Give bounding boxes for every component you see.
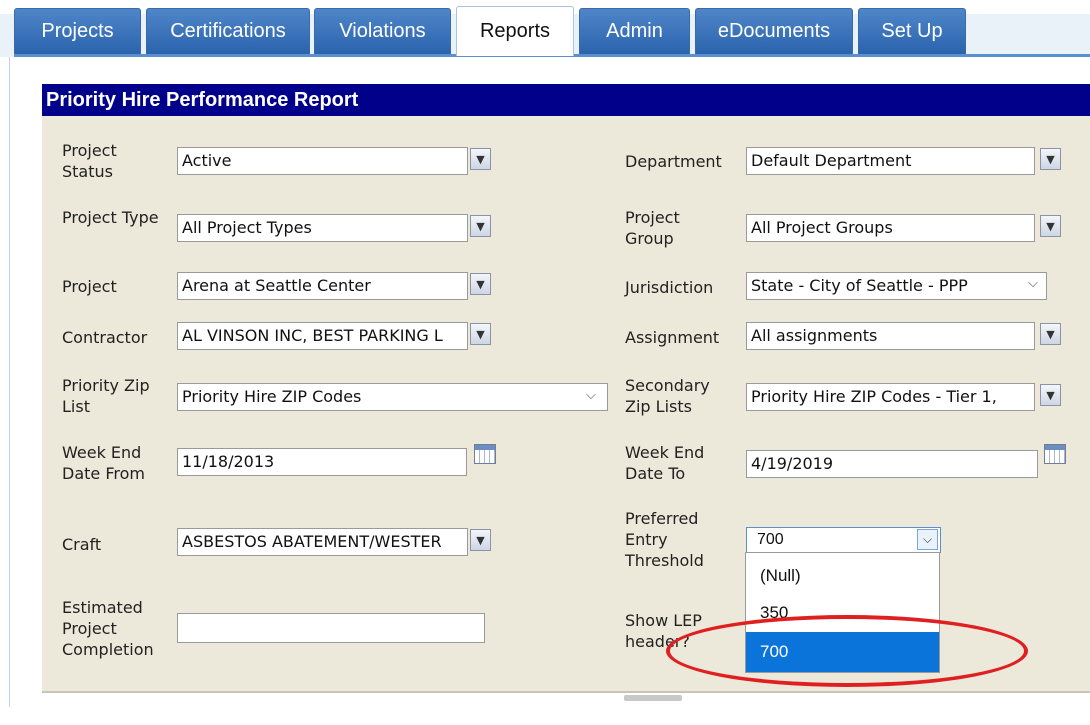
- jurisdiction-label: Jurisdiction: [625, 278, 714, 297]
- craft-select[interactable]: ASBESTOS ABATEMENT/WESTER: [177, 528, 468, 556]
- resize-grip[interactable]: [624, 695, 682, 701]
- chevron-down-icon: ▼: [476, 152, 485, 166]
- chevron-down-icon: ▼: [1046, 327, 1055, 341]
- week-to-label: Week End Date To: [625, 443, 705, 483]
- project-group-label: Project Group: [625, 208, 680, 248]
- annotation-ellipse: [666, 615, 1028, 687]
- tab-reports[interactable]: Reports: [456, 6, 574, 56]
- threshold-select[interactable]: 700: [746, 527, 941, 553]
- tab-setup[interactable]: Set Up: [858, 8, 966, 54]
- project-dropdown-button[interactable]: ▼: [470, 273, 491, 295]
- left-border: [9, 57, 10, 707]
- priority-zip-label: Priority Zip List: [62, 376, 150, 416]
- panel-bottom-rule: [42, 691, 1090, 693]
- assignment-label: Assignment: [625, 328, 720, 347]
- tab-edocuments[interactable]: eDocuments: [695, 8, 853, 54]
- calendar-icon[interactable]: [474, 444, 496, 464]
- chevron-down-icon: ⌵: [1026, 276, 1040, 291]
- priority-zip-select[interactable]: Priority Hire ZIP Codes: [177, 383, 608, 411]
- calendar-icon[interactable]: [1044, 444, 1066, 464]
- assignment-dropdown-button[interactable]: ▼: [1040, 323, 1061, 345]
- contractor-label: Contractor: [62, 328, 148, 347]
- project-group-dropdown-button[interactable]: ▼: [1040, 215, 1061, 237]
- secondary-zip-dropdown-button[interactable]: ▼: [1040, 384, 1061, 406]
- assignment-select[interactable]: All assignments: [746, 322, 1035, 350]
- tab-admin[interactable]: Admin: [579, 8, 690, 54]
- department-dropdown-button[interactable]: ▼: [1040, 148, 1061, 170]
- threshold-label: Preferred Entry Threshold: [625, 509, 704, 570]
- craft-dropdown-button[interactable]: ▼: [470, 529, 491, 551]
- chevron-down-icon: ▼: [1046, 219, 1055, 233]
- secondary-zip-label: Secondary Zip Lists: [625, 376, 710, 416]
- contractor-select[interactable]: AL VINSON INC, BEST PARKING L: [177, 322, 468, 350]
- chevron-down-icon: ▼: [1046, 388, 1055, 402]
- completion-label: Estimated Project Completion: [62, 598, 154, 659]
- week-from-input[interactable]: 11/18/2013: [177, 448, 467, 476]
- project-type-select[interactable]: All Project Types: [177, 214, 468, 242]
- department-label: Department: [625, 152, 722, 171]
- completion-input[interactable]: [177, 613, 485, 643]
- chevron-down-icon: ▼: [476, 219, 485, 233]
- project-select[interactable]: Arena at Seattle Center: [177, 272, 468, 300]
- tab-projects[interactable]: Projects: [14, 8, 141, 54]
- chevron-down-icon: ⌵: [586, 388, 596, 403]
- week-to-input[interactable]: 4/19/2019: [746, 450, 1038, 478]
- project-status-label: Project Status: [62, 141, 117, 181]
- tab-violations[interactable]: Violations: [314, 8, 451, 54]
- project-type-dropdown-button[interactable]: ▼: [470, 215, 491, 237]
- chevron-down-icon: ▼: [1046, 152, 1055, 166]
- panel-title: Priority Hire Performance Report: [42, 84, 1090, 116]
- craft-label: Craft: [62, 535, 102, 554]
- week-from-label: Week End Date From: [62, 443, 145, 483]
- jurisdiction-select[interactable]: State - City of Seattle - PPP: [746, 272, 1047, 300]
- department-select[interactable]: Default Department: [746, 147, 1035, 175]
- contractor-dropdown-button[interactable]: ▼: [470, 323, 491, 345]
- project-type-label: Project Type: [62, 208, 159, 227]
- project-label: Project: [62, 277, 117, 296]
- secondary-zip-select[interactable]: Priority Hire ZIP Codes - Tier 1,: [746, 383, 1035, 411]
- chevron-down-icon: ▼: [476, 533, 485, 547]
- chevron-down-icon: ▼: [476, 327, 485, 341]
- chevron-down-icon: ▼: [476, 277, 485, 291]
- threshold-option-null[interactable]: (Null): [746, 556, 939, 596]
- project-status-dropdown-button[interactable]: ▼: [470, 148, 491, 170]
- tab-certifications[interactable]: Certifications: [146, 8, 310, 54]
- project-status-select[interactable]: Active: [177, 147, 468, 175]
- project-group-select[interactable]: All Project Groups: [746, 214, 1035, 242]
- chevron-down-icon[interactable]: ⌵: [917, 529, 938, 550]
